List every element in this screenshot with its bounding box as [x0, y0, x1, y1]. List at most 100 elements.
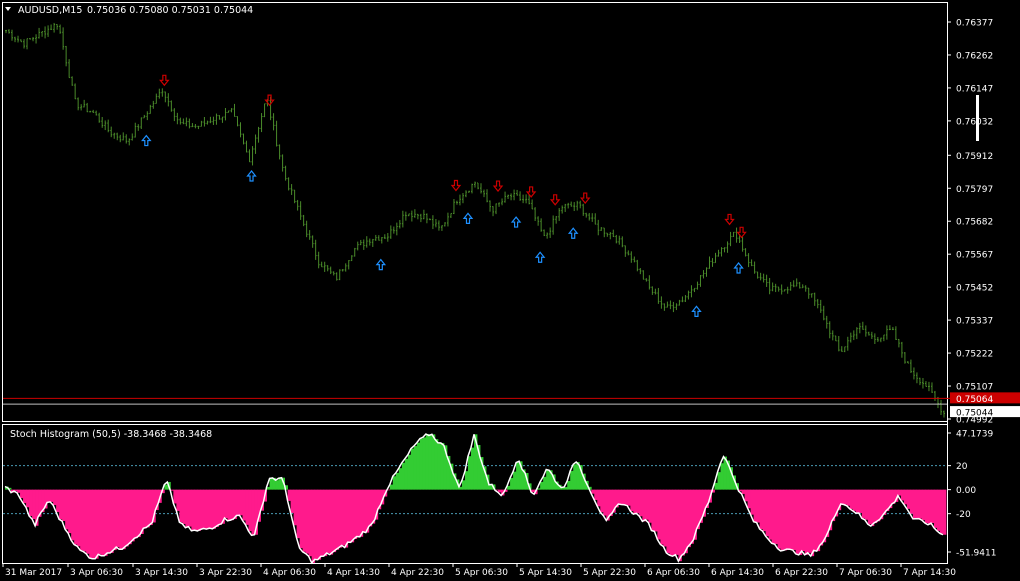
histogram-bar-negative — [77, 489, 81, 547]
time-tick-label: 6 Apr 22:30 — [775, 568, 828, 578]
bid-price-label: 0.75064 — [956, 395, 993, 405]
up-arrow-icon — [510, 216, 522, 228]
histogram-bar-negative — [912, 489, 917, 519]
histogram-bar-negative — [296, 489, 301, 539]
triangle-down-icon[interactable] — [5, 7, 11, 11]
histogram-bar-negative — [26, 489, 30, 508]
histogram-bar-negative — [212, 489, 216, 529]
histogram-bar-negative — [816, 489, 821, 552]
down-arrow-icon — [736, 226, 747, 239]
histogram-bar-negative — [801, 489, 806, 552]
histogram-bar-negative — [840, 489, 845, 505]
histogram-bar-negative — [642, 489, 646, 522]
histogram-bar-negative — [789, 489, 794, 550]
price-tick-label: 0.76377 — [956, 19, 993, 29]
histogram-bar-positive — [278, 478, 282, 490]
histogram-bar-negative — [68, 489, 72, 534]
histogram-bar-negative — [59, 489, 63, 520]
time-tick-label: 7 Apr 14:30 — [903, 568, 956, 578]
histogram-bar-negative — [924, 489, 929, 524]
histogram-bar-negative — [368, 489, 373, 527]
histogram-bar-negative — [128, 489, 132, 545]
histogram-bar-negative — [323, 489, 328, 557]
chart-shift-marker[interactable] — [976, 95, 979, 141]
histogram-bar-negative — [669, 489, 673, 556]
histogram-bar-negative — [140, 489, 144, 534]
histogram-bar-negative — [645, 489, 649, 520]
histogram-bar-negative — [53, 489, 57, 506]
histogram-bar-negative — [756, 489, 761, 523]
time-tick-label: 4 Apr 06:30 — [263, 568, 316, 578]
histogram-bar-negative — [648, 489, 652, 523]
histogram-bar-positive — [275, 480, 279, 490]
down-arrow-icon — [579, 192, 591, 205]
time-tick-label: 6 Apr 06:30 — [647, 568, 700, 578]
price-tick-label: 0.75222 — [956, 350, 993, 360]
up-arrow-icon — [534, 251, 546, 263]
histogram-bar-positive — [516, 462, 520, 490]
histogram-bar-positive — [720, 463, 724, 490]
down-arrow-icon — [549, 194, 561, 206]
up-arrow-icon — [567, 227, 579, 239]
time-tick-label: 7 Apr 06:30 — [839, 568, 892, 578]
histogram-bar-negative — [293, 489, 298, 526]
histogram-bar-negative — [71, 489, 75, 541]
histogram-bar-negative — [819, 489, 824, 546]
histogram-bar-negative — [765, 489, 770, 537]
histogram-bar-negative — [314, 489, 319, 560]
histogram-bar-negative — [846, 489, 851, 506]
histogram-bar-negative — [119, 489, 123, 550]
histogram-bar-negative — [125, 489, 129, 547]
histogram-bar-negative — [804, 489, 809, 555]
histogram-bar-negative — [933, 489, 938, 528]
histogram-bar-negative — [903, 489, 908, 505]
histogram-bar-negative — [603, 489, 607, 516]
chart-canvas[interactable]: 0.76377 0.76262 0.76147 0.76032 0.75912 0.757… — [0, 0, 1020, 581]
histogram-bar-negative — [176, 489, 180, 511]
histogram-bar-negative — [62, 489, 66, 522]
histogram-bar-positive — [510, 477, 514, 490]
histogram-bar-negative — [807, 489, 812, 553]
histogram-bar-negative — [179, 489, 183, 523]
histogram-bar-positive — [422, 437, 427, 490]
histogram-bar-negative — [786, 489, 791, 550]
signal-arrows — [141, 74, 747, 317]
price-lines — [3, 397, 1020, 405]
histogram-bar-negative — [663, 489, 667, 547]
histogram-bar-positive — [573, 464, 577, 490]
price-tick-label: 0.75452 — [956, 284, 993, 294]
up-arrow-icon — [375, 258, 387, 271]
time-tick-label: 31 Mar 2017 — [5, 568, 62, 578]
histogram-bar-negative — [113, 489, 117, 551]
histogram-bar-positive — [413, 446, 418, 490]
histogram-bar-negative — [197, 489, 201, 531]
histogram-bar-negative — [104, 489, 108, 556]
histogram-bar-negative — [900, 489, 905, 501]
histogram-bar-negative — [777, 489, 782, 549]
histogram-bar-negative — [687, 489, 691, 548]
indicator-tick-label: -20 — [956, 510, 971, 520]
time-tick-label: 4 Apr 22:30 — [391, 568, 444, 578]
histogram-bar-negative — [864, 489, 869, 520]
histogram-bar-negative — [116, 489, 120, 547]
histogram-bar-negative — [248, 489, 252, 532]
histogram-bar-negative — [239, 489, 243, 516]
histogram-bar-negative — [936, 489, 941, 531]
price-axis: 0.76377 0.76262 0.76147 0.76032 0.75912 0.757… — [947, 19, 1020, 426]
histogram-bar-positive — [410, 448, 415, 490]
histogram-bar-negative — [921, 489, 926, 521]
histogram-bar-negative — [137, 489, 141, 538]
histogram-bar-negative — [308, 489, 313, 557]
histogram-bar-negative — [771, 489, 776, 544]
time-tick-label: 3 Apr 22:30 — [199, 568, 252, 578]
histogram-bar-negative — [110, 489, 114, 553]
up-arrow-icon — [246, 170, 257, 182]
indicator-label: Stoch Histogram (50,5) -38.3468 -38.3468 — [10, 429, 212, 440]
histogram-bar-positive — [419, 438, 424, 490]
indicator-tick-label: 0.00 — [956, 486, 976, 496]
histogram-bar-positive — [398, 468, 403, 490]
histogram-bar-negative — [849, 489, 854, 509]
histogram-bar-negative — [311, 489, 316, 563]
histogram-bar-negative — [843, 489, 848, 505]
histogram-bar-negative — [636, 489, 640, 514]
